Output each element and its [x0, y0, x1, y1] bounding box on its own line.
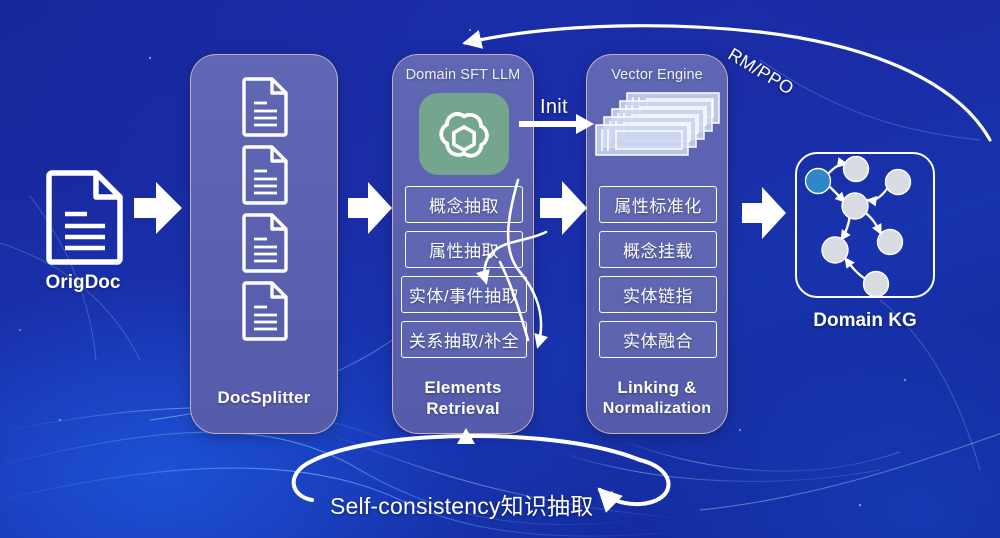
retrieval-item-0[interactable]: 概念抽取: [405, 186, 523, 223]
openai-logo-icon: [419, 93, 509, 175]
domain-kg-label: Domain KG: [813, 310, 917, 331]
linking-item-2[interactable]: 实体链指: [599, 276, 717, 313]
vector-engine-header: Vector Engine: [611, 67, 703, 83]
linking-item-3[interactable]: 实体融合: [599, 321, 717, 358]
domain-sft-llm-header: Domain SFT LLM: [405, 67, 521, 83]
docsplitter-panel[interactable]: DocSplitter: [190, 54, 338, 434]
elements-retrieval-title-line2: Retrieval: [426, 399, 500, 418]
elements-retrieval-panel[interactable]: Domain SFT LLM 概念抽取 属性抽取 实体/事件抽取 关系抽取/补全…: [392, 54, 534, 434]
retrieval-item-2[interactable]: 实体/事件抽取: [401, 276, 527, 313]
elements-retrieval-title-line1: Elements: [424, 378, 502, 397]
kg-graph: [804, 155, 912, 298]
retrieval-item-3[interactable]: 关系抽取/补全: [401, 321, 527, 358]
docsplitter-title: DocSplitter: [217, 388, 311, 407]
linking-item-1[interactable]: 概念挂载: [599, 231, 717, 268]
rm-ppo-label: RM/PPO: [724, 44, 798, 99]
layered-vectors-icon: [595, 92, 720, 156]
retrieval-item-1[interactable]: 属性抽取: [405, 231, 523, 268]
diagram-canvas: OrigDoc DocSplitter Domain SFT LLM 概念抽取 …: [0, 0, 1000, 538]
kg-node-highlighted: [804, 167, 832, 195]
linking-item-0[interactable]: 属性标准化: [599, 186, 717, 223]
self-consistency-label: Self-consistency知识抽取: [330, 493, 594, 519]
document-icon: [242, 77, 288, 341]
openai-glyph: [439, 112, 489, 158]
init-label: Init: [540, 96, 568, 118]
linking-title-line1: Linking &: [617, 378, 697, 397]
linking-normalization-panel[interactable]: Vector Engine 属性标准化 概念挂载 实体链指 实体融合 Linki…: [586, 54, 728, 434]
origdoc-label: OrigDoc: [45, 272, 121, 293]
linking-title-line2: Normalization: [602, 400, 712, 417]
knowledge-graph-icon[interactable]: [795, 152, 935, 298]
